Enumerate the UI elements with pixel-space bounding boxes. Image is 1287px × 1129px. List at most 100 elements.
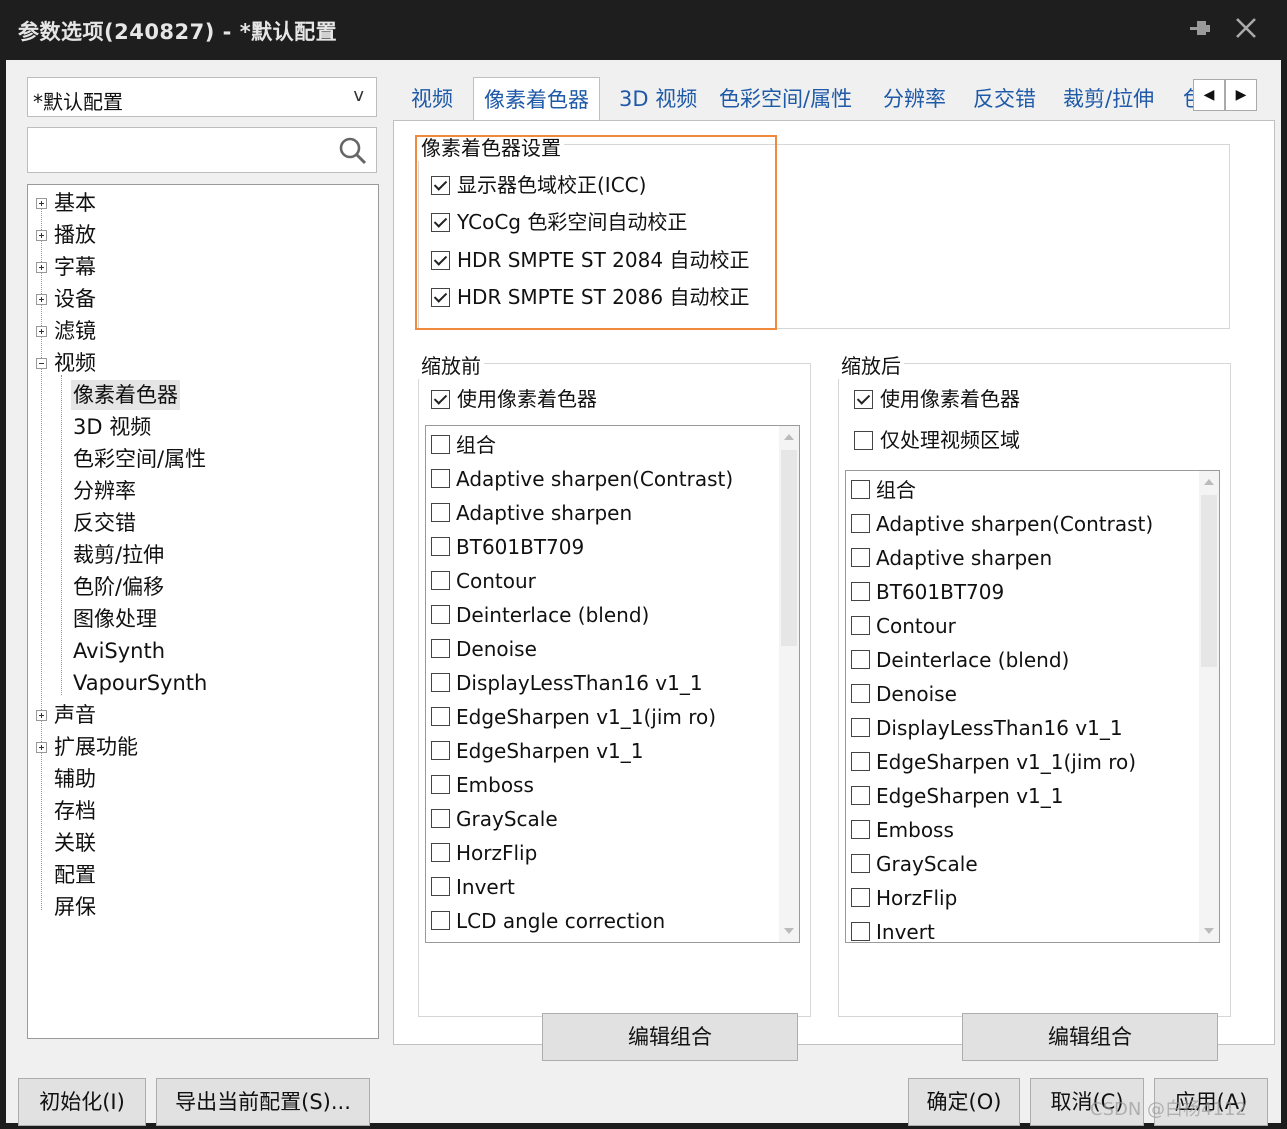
tab-scroll-right-icon[interactable]: ▶ — [1225, 79, 1257, 111]
export-config-button[interactable]: 导出当前配置(S)... — [156, 1078, 370, 1126]
tree-item-deinterlace[interactable]: 反交错 — [73, 508, 136, 538]
expand-icon[interactable] — [36, 710, 47, 721]
tree-item-filters[interactable]: 滤镜 — [54, 316, 96, 346]
tab-scroll-left-icon[interactable]: ◀ — [1193, 79, 1225, 111]
checkbox-icon — [854, 431, 873, 450]
tree-item-image-processing[interactable]: 图像处理 — [73, 604, 157, 634]
tree-item-pixel-shader[interactable]: 像素着色器 — [71, 380, 180, 410]
watermark-text: CSDN @白杨4112 — [1090, 1099, 1247, 1120]
ok-button[interactable]: 确定(O) — [908, 1078, 1020, 1126]
title-bar[interactable]: 参数选项(240827) - *默认配置 — [0, 0, 1287, 60]
tab-strip: 视频 像素着色器 3D 视频 色彩空间/属性 分辨率 反交错 裁剪/拉伸 色 ◀… — [393, 77, 1281, 121]
checkbox-icon — [851, 922, 870, 941]
tree-item-video[interactable]: 视频 — [54, 348, 96, 378]
tree-item-config[interactable]: 配置 — [54, 860, 96, 890]
post-list-scrollbar[interactable] — [1199, 471, 1219, 942]
expand-icon[interactable] — [36, 198, 47, 209]
tree-item-playback[interactable]: 播放 — [54, 220, 96, 250]
tree-item-levels[interactable]: 色阶/偏移 — [73, 572, 164, 602]
tree-item-audio[interactable]: 声音 — [54, 700, 96, 730]
expand-icon[interactable] — [36, 262, 47, 273]
checkbox-icon — [851, 582, 870, 601]
tree-guide-line — [41, 205, 42, 910]
checkbox-icon — [431, 605, 450, 624]
checkbox-icon — [851, 786, 870, 805]
checkbox-icon — [851, 650, 870, 669]
collapse-icon[interactable] — [36, 358, 47, 369]
tree-item-association[interactable]: 关联 — [54, 828, 96, 858]
checkbox-icon — [431, 639, 450, 658]
tree-item-archive[interactable]: 存档 — [54, 796, 96, 826]
checkbox-icon — [431, 435, 450, 454]
reset-button[interactable]: 初始化(I) — [18, 1078, 146, 1126]
tree-item-resolution[interactable]: 分辨率 — [73, 476, 136, 506]
scroll-down-icon[interactable] — [784, 928, 794, 934]
close-icon[interactable] — [1232, 14, 1260, 42]
profile-dropdown[interactable]: *默认配置 v — [27, 77, 377, 117]
tree-item-crop-stretch[interactable]: 裁剪/拉伸 — [73, 540, 164, 570]
post-shader-list[interactable]: 组合 Adaptive sharpen(Contrast) Adaptive s… — [845, 470, 1220, 943]
tree-item-color-space[interactable]: 色彩空间/属性 — [73, 444, 206, 474]
scroll-up-icon[interactable] — [1204, 479, 1214, 485]
tab-resolution[interactable]: 分辨率 — [883, 83, 946, 113]
checkbox-icon — [431, 390, 450, 409]
tree-item-3d-video[interactable]: 3D 视频 — [73, 412, 151, 442]
scroll-up-icon[interactable] — [784, 434, 794, 440]
tab-video[interactable]: 视频 — [411, 83, 453, 113]
pre-edit-combo-button[interactable]: 编辑组合 — [542, 1013, 798, 1061]
checkbox-icon — [431, 707, 450, 726]
checkbox-icon — [431, 673, 450, 692]
checkbox-icon — [431, 571, 450, 590]
window-title: 参数选项(240827) - *默认配置 — [18, 20, 338, 44]
checkbox-icon — [431, 503, 450, 522]
preferences-window: 参数选项(240827) - *默认配置 *默认配置 v 基本 播放 字幕 设备… — [0, 0, 1287, 1129]
tree-item-subtitles[interactable]: 字幕 — [54, 252, 96, 282]
post-edit-combo-button[interactable]: 编辑组合 — [962, 1013, 1218, 1061]
checkbox-icon — [851, 684, 870, 703]
settings-tree[interactable]: 基本 播放 字幕 设备 滤镜 视频 像素着色器 3D 视频 色彩空间/属性 分辨… — [27, 184, 379, 1039]
pin-icon[interactable] — [1186, 16, 1214, 44]
checkbox-icon — [431, 775, 450, 794]
tab-crop-stretch[interactable]: 裁剪/拉伸 — [1063, 83, 1154, 113]
tab-pixel-shader[interactable]: 像素着色器 — [473, 77, 600, 121]
expand-icon[interactable] — [36, 326, 47, 337]
pre-list-scrollbar[interactable] — [779, 426, 799, 942]
checkbox-icon — [851, 752, 870, 771]
search-icon[interactable] — [338, 136, 368, 166]
checkbox-icon — [851, 888, 870, 907]
dialog-client: *默认配置 v 基本 播放 字幕 设备 滤镜 视频 像素着色器 3D 视频 色彩… — [6, 60, 1281, 1126]
highlight-box — [415, 135, 777, 330]
tab-deinterlace[interactable]: 反交错 — [973, 83, 1036, 113]
scroll-thumb[interactable] — [781, 450, 797, 646]
profile-value: *默认配置 — [33, 90, 123, 114]
expand-icon[interactable] — [36, 230, 47, 241]
scroll-down-icon[interactable] — [1204, 928, 1214, 934]
checkbox-icon — [851, 820, 870, 839]
checkbox-icon — [431, 469, 450, 488]
checkbox-icon — [431, 537, 450, 556]
tree-item-avisynth[interactable]: AviSynth — [73, 636, 165, 666]
checkbox-icon — [431, 809, 450, 828]
checkbox-icon — [431, 741, 450, 760]
tab-color-space[interactable]: 色彩空间/属性 — [719, 83, 852, 113]
expand-icon[interactable] — [36, 742, 47, 753]
checkbox-icon — [431, 843, 450, 862]
pre-shader-list[interactable]: 组合 Adaptive sharpen(Contrast) Adaptive s… — [425, 425, 800, 943]
checkbox-icon — [851, 548, 870, 567]
expand-icon[interactable] — [36, 294, 47, 305]
pre-resize-label: 缩放前 — [418, 350, 484, 379]
checkbox-icon — [851, 854, 870, 873]
tree-item-screensaver[interactable]: 屏保 — [54, 892, 96, 922]
tree-guide-line — [61, 375, 62, 695]
tab-3d-video[interactable]: 3D 视频 — [619, 83, 697, 113]
tree-item-assist[interactable]: 辅助 — [54, 764, 96, 794]
tree-item-device[interactable]: 设备 — [54, 284, 96, 314]
checkbox-icon — [431, 911, 450, 930]
tree-item-vapoursynth[interactable]: VapourSynth — [73, 668, 207, 698]
search-input[interactable] — [27, 127, 377, 173]
scroll-thumb[interactable] — [1201, 495, 1217, 667]
tree-item-extensions[interactable]: 扩展功能 — [54, 732, 138, 762]
tree-item-basic[interactable]: 基本 — [54, 188, 96, 218]
checkbox-icon — [851, 480, 870, 499]
checkbox-icon — [431, 877, 450, 896]
